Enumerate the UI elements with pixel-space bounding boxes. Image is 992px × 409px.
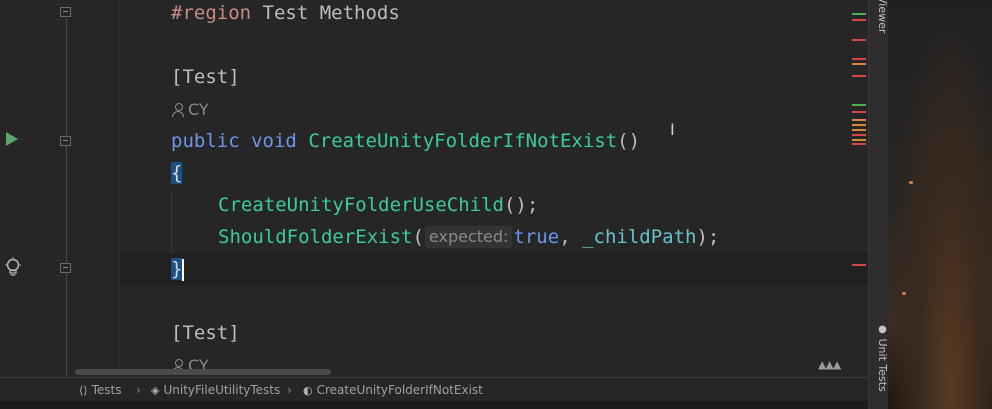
marker[interactable] [852,19,866,21]
marker[interactable] [852,264,866,266]
indent-guide [171,192,173,252]
light-dot [902,292,906,295]
tab-unit-tests[interactable]: ● Unit Tests [869,324,889,394]
code-line-call1[interactable]: CreateUnityFolderUseChild(); [218,189,538,221]
marker[interactable] [852,13,866,15]
desktop-background [888,0,992,409]
region-name: Test Methods [251,2,400,24]
close-brace: } [171,258,183,280]
fold-guide-line [66,18,67,377]
marker[interactable] [852,143,866,145]
breadcrumb-item[interactable]: ◐ CreateUnityFolderIfNotExist [303,378,483,403]
breadcrumb-item[interactable]: ◈ UnityFileUtilityTests [151,378,280,403]
call-method-name: ShouldFolderExist [218,226,413,248]
user-icon [172,103,184,117]
keyword-public: public [171,130,240,152]
marker[interactable] [852,58,866,60]
current-line-highlight [120,253,868,285]
method-parens: () [617,130,641,152]
text-caret [182,258,185,281]
open-brace: { [171,162,183,184]
marker[interactable] [852,119,866,121]
unit-tests-icon: ● [877,324,888,335]
code-editor[interactable]: #region Test Methods [Test] CY public vo… [0,0,868,377]
bottom-bar [0,401,868,409]
gutter-separator [119,0,120,377]
marker[interactable] [852,111,866,113]
chevron-right-icon: › [136,383,141,397]
call-method-name: CreateUnityFolderUseChild [218,194,504,216]
fold-region-icon[interactable] [60,7,71,17]
reader-mode-icon[interactable]: ▲▲▲ [818,357,841,373]
breadcrumb-label: CreateUnityFolderIfNotExist [316,383,483,397]
breadcrumb-label: UnityFileUtilityTests [163,383,281,397]
marker[interactable] [852,39,866,41]
braces-icon: ⟨⟩ [79,384,88,397]
error-stripe[interactable] [852,0,868,377]
run-test-icon[interactable] [6,132,18,146]
code-line-attribute[interactable]: [Test] [171,61,240,93]
marker[interactable] [852,124,866,126]
light-dot [909,181,913,184]
unfold-method-icon[interactable] [60,263,71,273]
code-line-close-brace[interactable]: } [171,253,185,285]
marker[interactable] [852,75,866,77]
fold-method-icon[interactable] [60,136,71,146]
breadcrumb-label: Tests [91,383,122,397]
marker[interactable] [852,63,866,65]
code-line-open-brace[interactable]: { [171,157,183,189]
lightbulb-icon[interactable] [4,257,22,279]
test-attribute: [Test] [171,322,240,344]
code-line-call2[interactable]: ShouldFolderExist(expected: true, _childP… [218,221,719,253]
right-tool-window-strip: Viewer ● Unit Tests [868,0,889,409]
author-name: CY [188,100,209,119]
code-lens-author[interactable]: CY [172,99,209,121]
marker[interactable] [852,129,866,131]
tab-viewer[interactable]: Viewer [869,0,889,46]
code-line-region[interactable]: #region Test Methods [171,0,400,29]
breadcrumb: ⟨⟩ Tests › ◈ UnityFileUtilityTests › ◐ Crea… [0,377,868,401]
call-args: (); [503,194,539,216]
open-paren: ( [412,226,424,248]
method-name: CreateUnityFolderIfNotExist [308,130,618,152]
test-attribute: [Test] [171,66,240,88]
close-paren: ); [696,226,720,248]
parameter-name-hint: expected: [424,226,513,248]
marker[interactable] [852,104,866,106]
horizontal-scrollbar[interactable] [75,369,331,375]
code-line-signature[interactable]: public void CreateUnityFolderIfNotExist(… [171,125,640,157]
method-icon: ◐ [303,384,313,397]
chevron-right-icon: › [287,383,292,397]
field-name: _childPath [582,226,697,248]
literal-true: true [513,226,560,248]
code-line-attribute-2[interactable]: [Test] [171,317,240,349]
region-keyword: #region [171,2,252,24]
mouse-ibeam-cursor: Ι [670,120,675,139]
keyword-void: void [251,130,297,152]
comma: , [559,226,583,248]
marker[interactable] [852,139,866,141]
editor-gutter[interactable] [0,0,120,377]
breadcrumb-item[interactable]: ⟨⟩ Tests [79,378,121,403]
marker[interactable] [852,134,866,136]
class-icon: ◈ [151,384,160,397]
